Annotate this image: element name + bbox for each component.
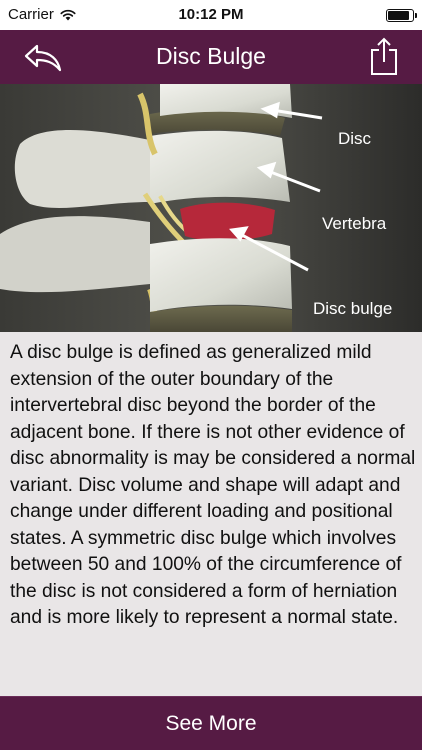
nav-bar: Disc Bulge bbox=[0, 30, 422, 84]
lower-left-process bbox=[0, 216, 150, 293]
label-disc: Disc bbox=[338, 129, 372, 148]
spine-image: Disc Vertebra Disc bulge bbox=[0, 84, 422, 332]
share-icon[interactable] bbox=[368, 36, 400, 76]
page-title: Disc Bulge bbox=[156, 43, 266, 69]
label-disc-bulge: Disc bulge bbox=[313, 299, 392, 318]
disc-bulge-region bbox=[180, 202, 275, 242]
spine-illustration: Disc Vertebra Disc bulge bbox=[0, 84, 422, 332]
lower-disc bbox=[150, 305, 292, 332]
left-process bbox=[14, 130, 150, 208]
description-text: A disc bulge is defined as generalized m… bbox=[10, 342, 416, 628]
status-bar: Carrier 10:12 PM bbox=[0, 0, 422, 30]
battery-icon bbox=[386, 9, 417, 22]
battery-level bbox=[388, 11, 409, 20]
see-more-button[interactable]: See More bbox=[0, 696, 422, 750]
status-time: 10:12 PM bbox=[178, 6, 244, 23]
label-vertebra: Vertebra bbox=[322, 214, 387, 233]
